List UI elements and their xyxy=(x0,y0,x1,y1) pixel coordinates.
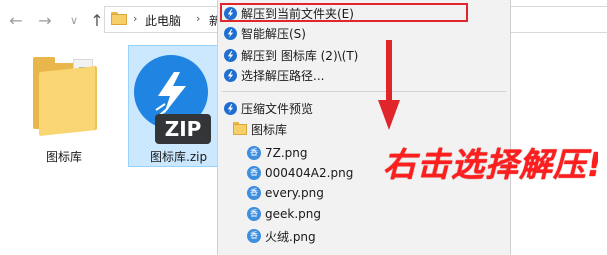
image-file-icon: 香 xyxy=(247,146,261,160)
image-file-icon: 香 xyxy=(247,186,261,200)
file-name-folder[interactable]: 图标库 xyxy=(46,148,82,165)
down-arrow-icon xyxy=(378,40,400,130)
bandizip-icon xyxy=(224,68,237,82)
annotation-text: 右击选择解压! xyxy=(383,145,604,184)
bandizip-icon xyxy=(224,101,237,115)
preview-file-name: 7Z.png xyxy=(265,146,308,160)
preview-file-item[interactable]: 香 geek.png xyxy=(247,204,321,224)
breadcrumb-separator: › xyxy=(133,12,138,25)
preview-file-item[interactable]: 香 火绒.png xyxy=(247,226,316,246)
highlight-box xyxy=(220,3,468,22)
breadcrumb-separator: › xyxy=(196,12,201,25)
forward-arrow-icon[interactable]: → xyxy=(34,9,56,31)
back-arrow-icon[interactable]: ← xyxy=(5,9,27,31)
lightning-bolt-icon xyxy=(155,72,186,116)
menu-item-choose-path[interactable]: 选择解压路径... xyxy=(224,65,324,85)
menu-item-extract-to-folder[interactable]: 解压到 图标库 (2)\(T) xyxy=(224,45,358,65)
recent-locations-chevron-icon[interactable]: ∨ xyxy=(63,9,85,31)
folder-icon xyxy=(111,12,127,26)
bandizip-icon xyxy=(224,26,237,40)
folder-icon xyxy=(233,122,247,135)
menu-item-label: 智能解压(S) xyxy=(241,26,306,41)
menu-item-preview[interactable]: 压缩文件预览 xyxy=(224,98,313,118)
menu-item-label: 压缩文件预览 xyxy=(241,101,314,116)
menu-item-smart-extract[interactable]: 智能解压(S) xyxy=(224,23,306,43)
preview-folder-label[interactable]: 图标库 xyxy=(251,119,287,139)
bandizip-icon xyxy=(224,48,237,62)
file-name-zip[interactable]: 图标库.zip xyxy=(150,148,207,165)
zip-badge: ZIP xyxy=(155,114,211,144)
preview-file-item[interactable]: 香 7Z.png xyxy=(247,143,308,163)
preview-file-name: every.png xyxy=(265,186,324,200)
preview-file-name: 000404A2.png xyxy=(265,166,354,180)
scrollbar[interactable] xyxy=(598,40,607,255)
image-file-icon: 香 xyxy=(247,229,261,243)
image-file-icon: 香 xyxy=(247,166,261,180)
breadcrumb-this-pc[interactable]: 此电脑 xyxy=(145,12,181,29)
image-file-icon: 香 xyxy=(247,207,261,221)
menu-separator xyxy=(222,91,506,92)
folder-icon[interactable] xyxy=(33,55,101,137)
preview-file-name: 火绒.png xyxy=(265,229,316,244)
preview-file-name: geek.png xyxy=(265,207,321,221)
preview-file-item[interactable]: 香 000404A2.png xyxy=(247,163,353,183)
menu-item-label: 解压到 图标库 (2)\(T) xyxy=(241,48,359,63)
menu-item-label: 选择解压路径... xyxy=(241,68,325,83)
preview-file-item[interactable]: 香 every.png xyxy=(247,183,324,203)
